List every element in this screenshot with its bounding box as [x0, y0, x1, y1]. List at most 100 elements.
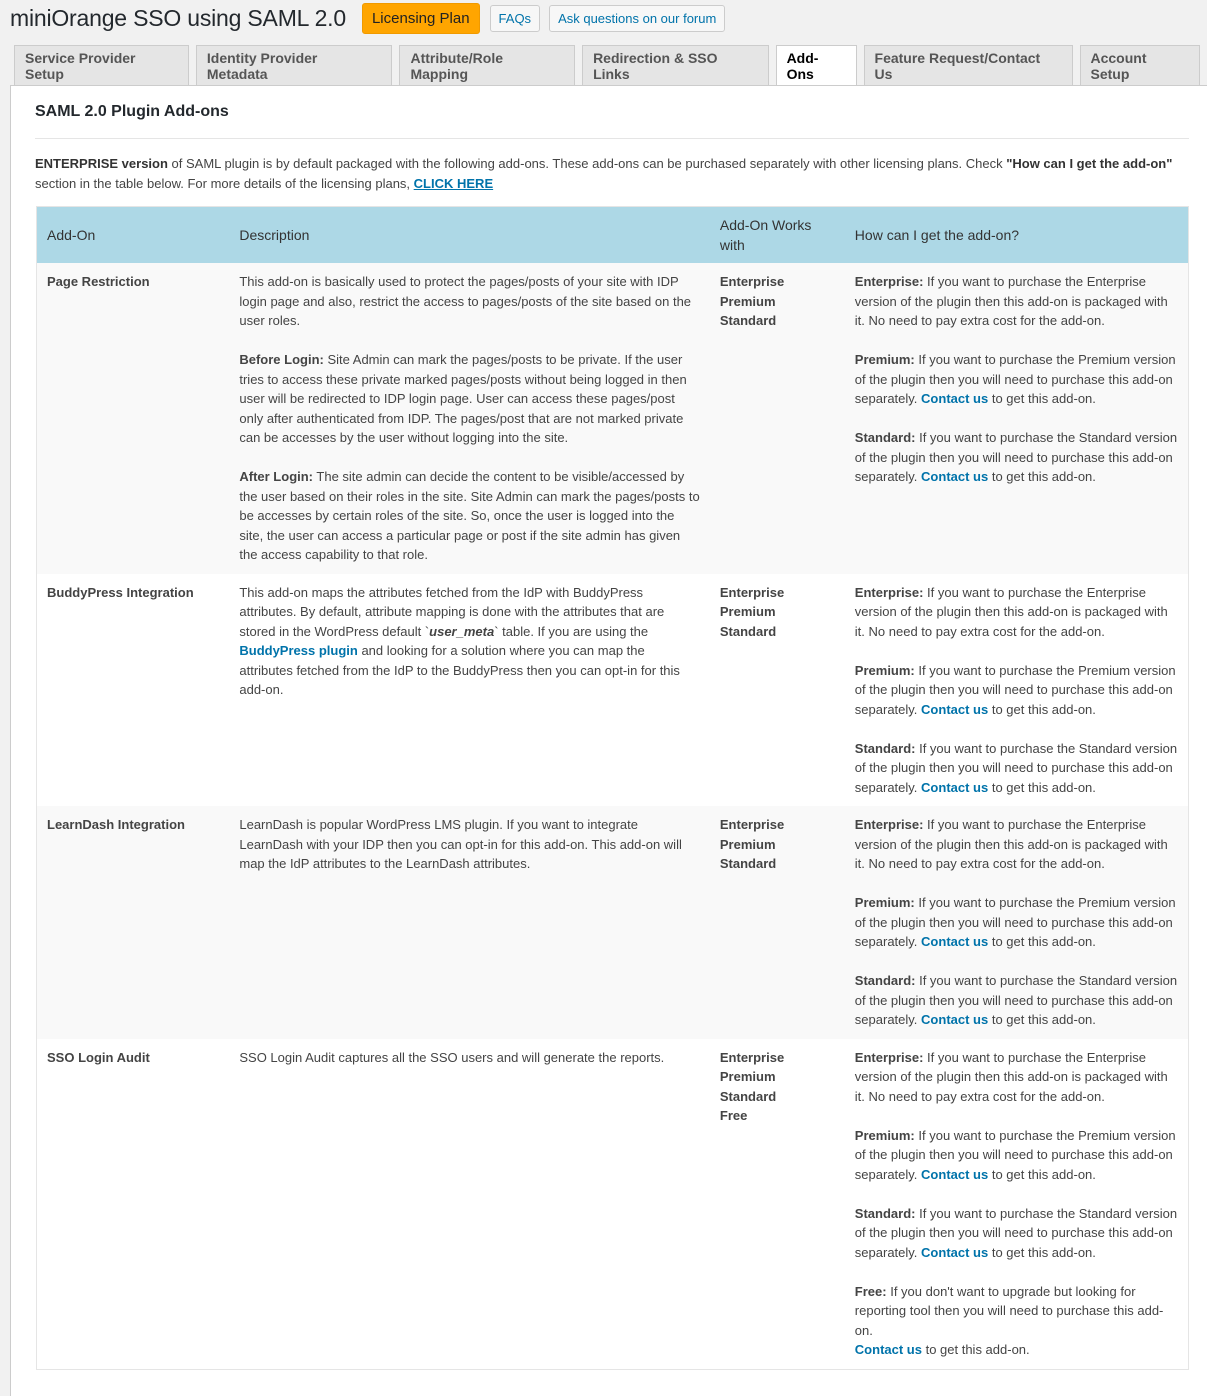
standard-label: Standard:: [854, 1205, 916, 1221]
contact-suffix: to get this add-on.: [988, 391, 1096, 406]
contact-suffix: to get this add-on.: [988, 701, 1096, 717]
table-row: LearnDash Integration LearnDash is popul…: [36, 806, 1189, 1039]
get-standard: Standard: If you want to purchase the St…: [855, 1204, 1178, 1263]
table-row: Page Restriction This add-on is basicall…: [36, 263, 1189, 574]
how-to-get: Enterprise: If you want to purchase the …: [844, 573, 1189, 806]
plan-premium: Premium: [719, 604, 776, 619]
desc-before-login: Before Login: Site Admin can mark the pa…: [239, 350, 700, 448]
get-enterprise: Enterprise: If you want to purchase the …: [855, 815, 1178, 874]
contact-us-link[interactable]: Contact us: [921, 1167, 988, 1182]
addon-name: SSO Login Audit: [47, 1049, 150, 1065]
forum-button[interactable]: Ask questions on our forum: [549, 5, 726, 32]
plan-premium: Premium: [719, 836, 776, 852]
get-free: Free: If you don't want to upgrade but l…: [855, 1282, 1178, 1360]
click-here-link[interactable]: CLICK HERE: [414, 176, 493, 191]
plan-standard: Standard: [719, 1088, 777, 1104]
plan-enterprise: Enterprise: [719, 274, 785, 289]
header-bar: miniOrange SSO using SAML 2.0 Licensing …: [10, 3, 734, 34]
contact-us-link[interactable]: Contact us: [921, 702, 988, 717]
tab-service-provider-setup[interactable]: Service Provider Setup: [14, 45, 189, 85]
plan-enterprise: Enterprise: [719, 584, 785, 600]
addon-description: LearnDash is popular WordPress LMS plugi…: [229, 806, 710, 1039]
header-works-with: Add-On Works with: [709, 206, 845, 263]
works-with: Enterprise Premium Standard: [709, 573, 845, 806]
get-standard: Standard: If you want to purchase the St…: [855, 971, 1178, 1030]
get-standard: Standard: If you want to purchase the St…: [855, 428, 1178, 487]
how-to-get: Enterprise: If you want to purchase the …: [844, 263, 1189, 574]
tab-account-setup[interactable]: Account Setup: [1079, 45, 1201, 85]
get-premium: Premium: If you want to purchase the Pre…: [855, 350, 1178, 409]
desc-intro: This add-on is basically used to protect…: [239, 274, 692, 328]
contact-us-link[interactable]: Contact us: [921, 1012, 988, 1027]
intro-text-1: of SAML plugin is by default packaged wi…: [167, 156, 1007, 171]
enterprise-label: Enterprise:: [854, 584, 924, 600]
get-premium: Premium: If you want to purchase the Pre…: [855, 1126, 1178, 1185]
addon-name: Page Restriction: [47, 274, 150, 289]
premium-label: Premium:: [854, 662, 915, 678]
tab-identity-provider-metadata[interactable]: Identity Provider Metadata: [195, 45, 393, 85]
tab-attribute-role-mapping[interactable]: Attribute/Role Mapping: [399, 45, 576, 85]
divider: [35, 138, 1189, 139]
faqs-button[interactable]: FAQs: [489, 5, 541, 32]
addon-description: SSO Login Audit captures all the SSO use…: [229, 1038, 710, 1369]
header-add-on: Add-On: [36, 206, 230, 263]
table-row: SSO Login Audit SSO Login Audit captures…: [36, 1038, 1189, 1369]
contact-us-link[interactable]: Contact us: [921, 1245, 988, 1260]
addon-name: BuddyPress Integration: [47, 584, 194, 600]
get-enterprise: Enterprise: If you want to purchase the …: [855, 1048, 1178, 1107]
enterprise-label: Enterprise:: [854, 1049, 924, 1065]
table-row: BuddyPress Integration This add-on maps …: [36, 573, 1189, 806]
tab-feature-request-contact[interactable]: Feature Request/Contact Us: [863, 45, 1073, 85]
addons-panel: SAML 2.0 Plugin Add-ons ENTERPRISE versi…: [10, 85, 1207, 1396]
licensing-plan-button[interactable]: Licensing Plan: [361, 3, 480, 34]
desc-part: ` table. If you are using the: [494, 623, 649, 639]
header-how-to-get: How can I get the add-on?: [844, 206, 1189, 263]
before-login-label: Before Login:: [239, 352, 324, 367]
plan-premium: Premium: [719, 293, 776, 309]
contact-suffix: to get this add-on.: [988, 469, 1096, 484]
contact-us-link[interactable]: Contact us: [855, 1342, 922, 1357]
intro-text: ENTERPRISE version of SAML plugin is by …: [35, 154, 1175, 194]
header-description: Description: [229, 206, 710, 263]
works-with: Enterprise Premium Standard Free: [709, 1038, 845, 1369]
works-with: Enterprise Premium Standard: [709, 806, 845, 1039]
app-title: miniOrange SSO using SAML 2.0: [10, 5, 346, 31]
intro-bold: ENTERPRISE version: [35, 156, 168, 171]
works-with: Enterprise Premium Standard: [709, 263, 845, 574]
contact-suffix: to get this add-on.: [988, 1244, 1096, 1260]
plan-premium: Premium: [719, 1069, 776, 1084]
plan-enterprise: Enterprise: [719, 817, 785, 832]
desc-text: LearnDash is popular WordPress LMS plugi…: [239, 817, 682, 871]
how-to-get: Enterprise: If you want to purchase the …: [844, 806, 1189, 1039]
contact-us-link[interactable]: Contact us: [921, 780, 988, 795]
contact-us-link[interactable]: Contact us: [921, 934, 988, 949]
get-standard: Standard: If you want to purchase the St…: [855, 739, 1178, 798]
contact-suffix: to get this add-on.: [988, 1166, 1096, 1182]
addons-table: Add-On Description Add-On Works with How…: [36, 206, 1189, 1370]
enterprise-label: Enterprise:: [854, 274, 924, 289]
tab-redirection-sso-links[interactable]: Redirection & SSO Links: [582, 45, 769, 85]
get-premium: Premium: If you want to purchase the Pre…: [855, 893, 1178, 952]
contact-us-link[interactable]: Contact us: [921, 469, 988, 484]
contact-suffix: to get this add-on.: [988, 779, 1096, 795]
how-to-get: Enterprise: If you want to purchase the …: [844, 1038, 1189, 1369]
contact-us-link[interactable]: Contact us: [921, 391, 988, 406]
premium-label: Premium:: [854, 895, 915, 910]
addon-description: This add-on maps the attributes fetched …: [229, 573, 710, 806]
intro-bold-2: "How can I get the add-on": [1006, 156, 1173, 171]
contact-suffix: to get this add-on.: [988, 934, 1096, 949]
standard-label: Standard:: [854, 973, 916, 988]
tab-add-ons[interactable]: Add-Ons: [775, 45, 857, 86]
contact-suffix: to get this add-on.: [988, 1012, 1096, 1027]
enterprise-label: Enterprise:: [854, 817, 924, 832]
contact-suffix: to get this add-on.: [921, 1342, 1030, 1357]
table-header-row: Add-On Description Add-On Works with How…: [36, 206, 1189, 263]
plan-standard: Standard: [719, 313, 777, 328]
standard-label: Standard:: [854, 740, 916, 756]
free-text: If you don't want to upgrade but looking…: [854, 1283, 1164, 1338]
desc-text: SSO Login Audit captures all the SSO use…: [239, 1049, 665, 1065]
plan-free: Free: [719, 1108, 748, 1123]
buddypress-plugin-link[interactable]: BuddyPress plugin: [239, 643, 357, 658]
intro-text-2: section in the table below. For more det…: [35, 176, 414, 191]
plan-standard: Standard: [719, 856, 777, 871]
